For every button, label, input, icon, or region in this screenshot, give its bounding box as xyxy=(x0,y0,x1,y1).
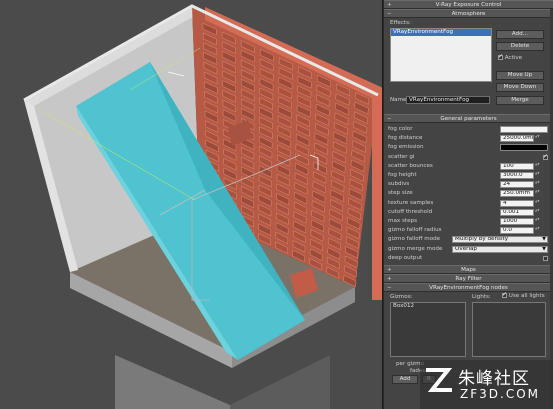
param-row: step size 250.0mm ▲▼ xyxy=(388,189,548,198)
rollout-general-parameters[interactable]: − General parameters xyxy=(384,114,553,123)
param-label: deep output xyxy=(388,254,423,261)
param-row: deep output xyxy=(388,254,548,263)
param-row: fog emission xyxy=(388,143,548,152)
param-spinner-field[interactable]: 1000 xyxy=(500,218,534,225)
spinner-arrows-icon[interactable]: ▲▼ xyxy=(535,227,540,234)
param-spinner-field[interactable]: 25000.0mi xyxy=(500,135,534,143)
param-row: gizmo falloff radius 0.0 ▲▼ xyxy=(388,226,548,235)
gizmos-list[interactable]: Box012 xyxy=(390,302,466,357)
rollout-title: Atmosphere xyxy=(451,11,486,17)
param-spinner-field[interactable]: 250.0mm xyxy=(500,190,534,198)
rollout-atmosphere[interactable]: − Atmosphere xyxy=(384,9,553,18)
param-spinner-field[interactable]: 4 xyxy=(500,199,534,207)
use-all-lights-checkbox[interactable] xyxy=(502,291,507,298)
param-spinner-field[interactable]: 0.0 xyxy=(500,227,534,235)
param-label: fog color xyxy=(388,126,413,132)
param-label: texture samples xyxy=(388,199,434,206)
rollout-ray-filter[interactable]: + Ray Filter xyxy=(384,274,553,283)
spinner-arrows-icon[interactable]: ▲▼ xyxy=(535,162,540,170)
merge-button[interactable]: Merge xyxy=(496,96,544,105)
chevron-down-icon: ▼ xyxy=(542,236,546,243)
3d-viewport[interactable] xyxy=(0,0,383,409)
active-toggle[interactable]: Active xyxy=(498,53,523,61)
gizmos-label: Gizmos: xyxy=(390,294,413,300)
param-label: gizmo merge mode xyxy=(388,245,443,252)
effects-list-item[interactable]: VRayEnvironmentFog xyxy=(391,29,491,36)
add-gizmo-button[interactable]: Add xyxy=(392,375,418,384)
watermark-sub: ZF3D.COM xyxy=(460,387,540,401)
rollout-exposure-control[interactable]: + V-Ray Exposure Control xyxy=(384,0,553,9)
param-label: fog emission xyxy=(388,144,424,151)
spinner-arrows-icon[interactable]: ▲▼ xyxy=(535,181,540,188)
param-row: subdivs 24 ▲▼ xyxy=(388,180,548,189)
param-label: gizmo falloff mode xyxy=(388,236,441,243)
param-label: scatter gi xyxy=(388,153,415,160)
param-row: fog distance 25000.0mi ▲▼ xyxy=(388,134,548,143)
param-label: max steps xyxy=(388,218,417,224)
param-row: scatter gi xyxy=(388,153,548,162)
delete-effect-button[interactable]: Delete xyxy=(496,42,544,51)
param-spinner-field[interactable]: 3000.0 xyxy=(500,172,534,179)
gizmos-list-item[interactable]: Box012 xyxy=(391,303,465,310)
watermark-text: 朱峰社区 xyxy=(458,369,530,389)
spinner-arrows-icon[interactable]: ▲▼ xyxy=(535,208,540,216)
param-row: fog height 3000.0 ▲▼ xyxy=(388,171,548,180)
param-label: subdivs xyxy=(388,181,410,188)
param-spinner-field[interactable]: 100 xyxy=(500,162,534,170)
chevron-down-icon: ▼ xyxy=(542,245,546,252)
param-row: fog color xyxy=(388,125,548,134)
effects-label: Effects: xyxy=(390,20,411,26)
general-parameters-body: fog color fog distance 25000.0mi ▲▼ fog emis… xyxy=(384,123,553,265)
command-panel: + V-Ray Exposure Control − Atmosphere Ef… xyxy=(384,0,553,409)
effect-name-field[interactable]: VRayEnvironmentFog xyxy=(406,96,490,104)
param-checkbox[interactable] xyxy=(543,153,548,160)
param-row: max steps 1000 ▲▼ xyxy=(388,217,548,226)
lights-label: Lights: xyxy=(472,294,491,300)
lights-list[interactable] xyxy=(472,302,546,357)
param-checkbox[interactable] xyxy=(543,255,548,261)
param-dropdown[interactable]: Multiply by density ▼ xyxy=(452,236,548,244)
rollout-fog-nodes[interactable]: − VRayEnvironmentFog nodes xyxy=(384,283,553,292)
param-row: texture samples 4 ▲▼ xyxy=(388,199,548,208)
atmosphere-body: Effects: VRayEnvironmentFog Add... Delet… xyxy=(384,18,553,114)
use-all-lights-label: Use all lights xyxy=(508,293,545,299)
rollout-title: V-Ray Exposure Control xyxy=(435,2,502,8)
dropdown-value: Multiply by density xyxy=(455,236,509,243)
watermark: 朱峰社区 ZF3D.COM xyxy=(420,360,553,409)
param-row: gizmo merge mode Overlap ▼ xyxy=(388,245,548,254)
active-label: Active xyxy=(504,55,523,61)
add-effect-button[interactable]: Add... xyxy=(496,30,544,39)
effects-list[interactable]: VRayEnvironmentFog xyxy=(390,28,492,82)
param-row: gizmo falloff mode Multiply by density ▼ xyxy=(388,235,548,244)
param-label: gizmo falloff radius xyxy=(388,227,442,234)
scene-render xyxy=(0,0,382,409)
rollout-title: Maps xyxy=(461,267,476,273)
rollout-title: General parameters xyxy=(440,116,497,122)
spinner-arrows-icon[interactable]: ▲▼ xyxy=(535,190,540,197)
color-swatch[interactable] xyxy=(500,144,548,152)
param-spinner-field[interactable]: 24 xyxy=(500,181,534,189)
use-all-lights-toggle[interactable]: Use all lights xyxy=(502,291,545,299)
spinner-arrows-icon[interactable]: ▲▼ xyxy=(535,218,540,225)
spinner-arrows-icon[interactable]: ▲▼ xyxy=(535,135,540,142)
dropdown-value: Overlap xyxy=(455,245,477,252)
param-label: step size xyxy=(388,190,413,197)
param-row: scatter bounces 100 ▲▼ xyxy=(388,162,548,171)
param-spinner-field[interactable]: 0.001 xyxy=(500,208,534,216)
spinner-arrows-icon[interactable]: ▲▼ xyxy=(535,199,540,207)
spinner-arrows-icon[interactable]: ▲▼ xyxy=(535,172,540,179)
rollout-title: Ray Filter xyxy=(455,276,482,282)
param-label: cutoff threshold xyxy=(388,208,433,215)
param-dropdown[interactable]: Overlap ▼ xyxy=(452,245,548,253)
param-label: scatter bounces xyxy=(388,162,433,169)
param-label: fog height xyxy=(388,172,417,178)
rollout-title: VRayEnvironmentFog nodes xyxy=(429,285,508,291)
param-label: fog distance xyxy=(388,135,423,142)
param-row: cutoff threshold 0.001 ▲▼ xyxy=(388,208,548,217)
active-checkbox[interactable] xyxy=(498,53,503,60)
rollout-maps[interactable]: + Maps xyxy=(384,265,553,274)
color-swatch[interactable] xyxy=(500,126,548,133)
move-down-button[interactable]: Move Down xyxy=(496,83,544,92)
move-up-button[interactable]: Move Up xyxy=(496,71,544,80)
